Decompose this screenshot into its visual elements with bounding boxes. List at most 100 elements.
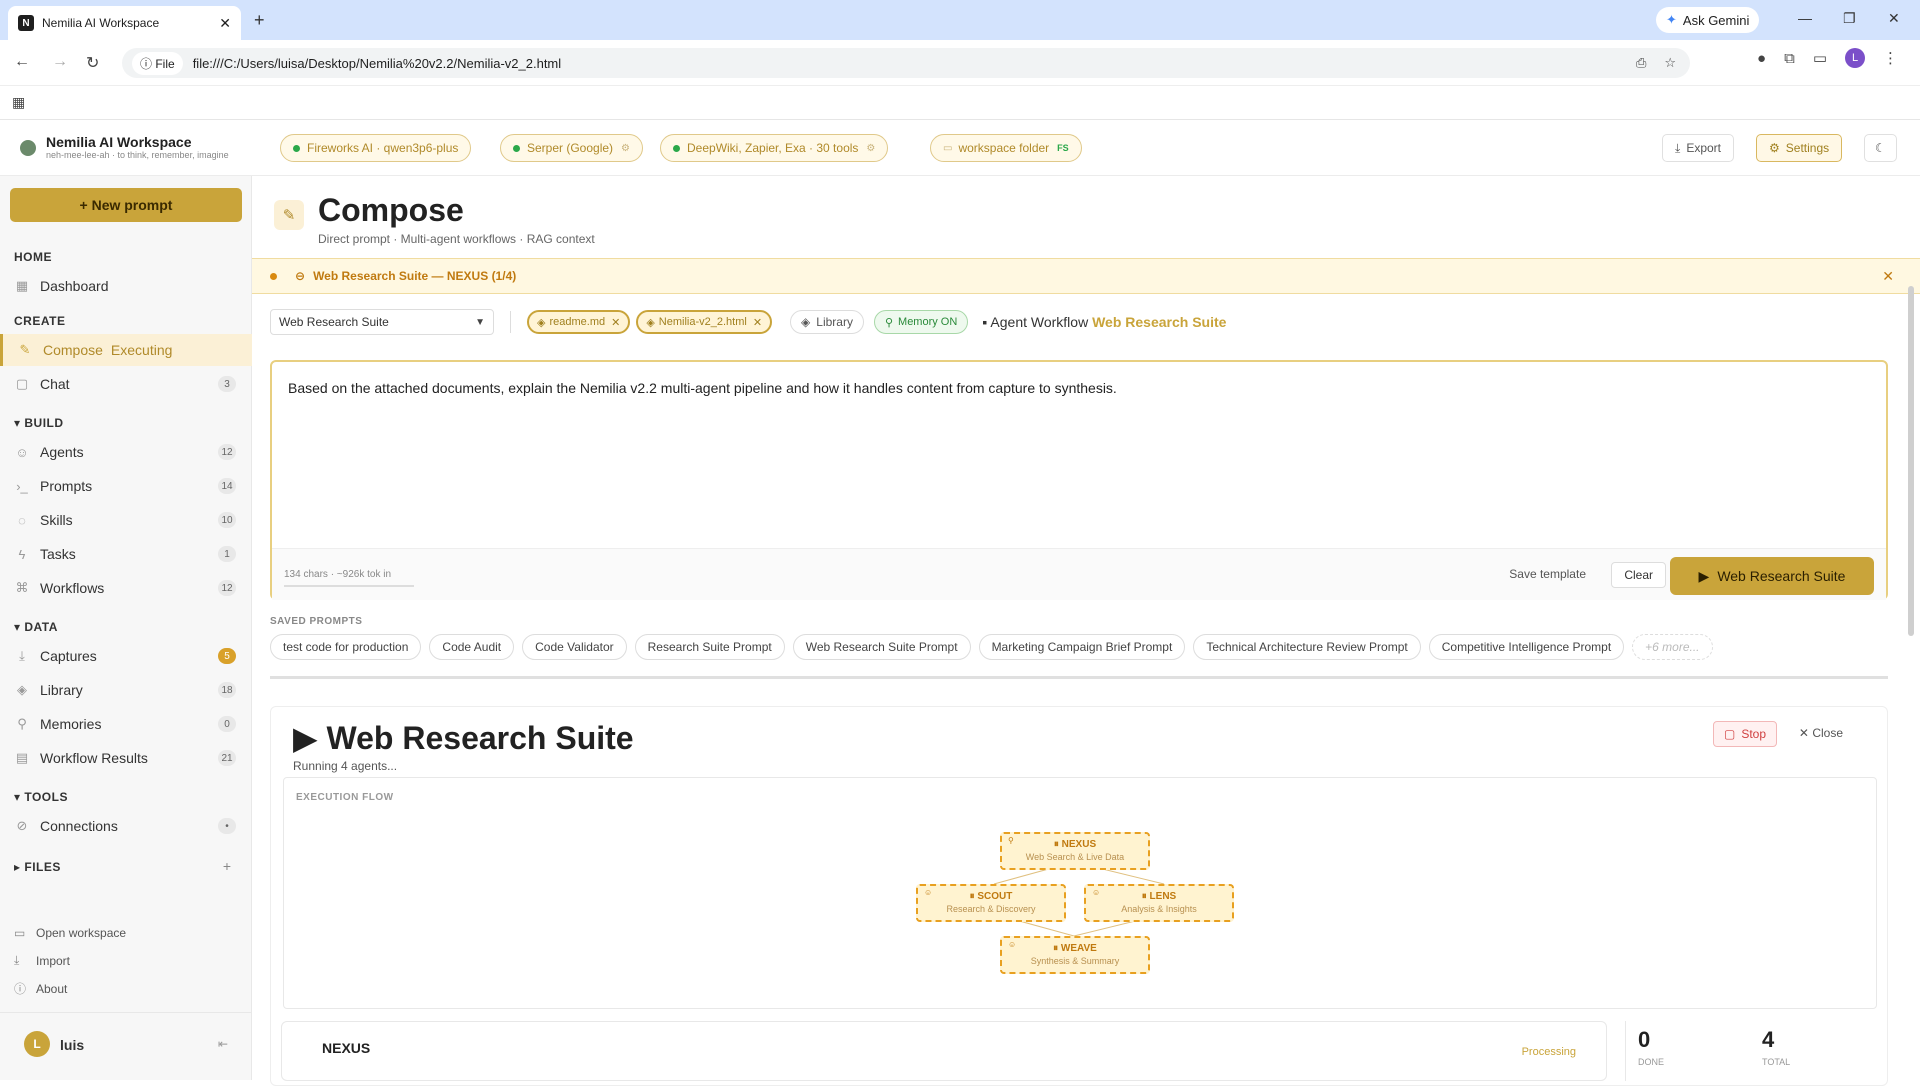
status-dot-icon xyxy=(293,144,300,152)
saved-prompt-chip[interactable]: test code for production xyxy=(270,634,422,660)
saved-prompt-chip[interactable]: Code Audit xyxy=(429,634,515,660)
bookmark-star-icon[interactable]: ☆ xyxy=(1664,55,1676,71)
new-tab-button[interactable]: + xyxy=(254,10,265,31)
remove-file-icon[interactable]: ✕ xyxy=(753,316,762,329)
close-banner-icon[interactable]: ✕ xyxy=(1882,268,1894,285)
ask-gemini-button[interactable]: ✦ Ask Gemini xyxy=(1656,7,1760,33)
flow-node-weave[interactable]: ☺ ⏸ WEAVE Synthesis & Summary xyxy=(1000,936,1150,974)
close-tab-icon[interactable]: ✕ xyxy=(219,15,231,32)
play-icon: ▶ xyxy=(1698,567,1710,584)
menu-kebab-icon[interactable]: ⋮ xyxy=(1883,49,1898,67)
minimize-icon[interactable]: — xyxy=(1798,10,1812,26)
extension-dot-icon[interactable]: ● xyxy=(1757,50,1766,67)
remove-file-icon[interactable]: ✕ xyxy=(611,316,620,329)
sidebar-item-tasks[interactable]: ϟ Tasks 1 xyxy=(0,538,252,570)
import-link[interactable]: ⤓ Import xyxy=(14,953,70,968)
app-logo xyxy=(20,140,36,156)
profile-avatar[interactable]: L xyxy=(1845,48,1865,68)
extensions-icon[interactable]: ⧉ xyxy=(1784,50,1795,67)
search-provider-label: Serper (Google) xyxy=(527,141,614,155)
flow-node-scout[interactable]: ☺ ⏸ SCOUT Research & Discovery xyxy=(916,884,1066,922)
folder-label: workspace folder xyxy=(958,141,1050,155)
prompt-text[interactable]: Based on the attached documents, explain… xyxy=(288,380,1117,396)
section-files[interactable]: ▸ FILES xyxy=(14,860,61,874)
sidebar-item-connections[interactable]: ⊘ Connections • xyxy=(0,810,252,842)
sidebar-item-library[interactable]: ◈ Library 18 xyxy=(0,674,252,706)
library-button[interactable]: ◈ Library xyxy=(790,310,864,334)
browser-tab[interactable]: N Nemilia AI Workspace ✕ xyxy=(8,6,241,40)
sidebar-item-workflow-results[interactable]: ▤ Workflow Results 21 xyxy=(0,742,252,774)
prompt-editor[interactable]: Based on the attached documents, explain… xyxy=(270,360,1888,600)
workflow-select[interactable]: Web Research Suite ▼ xyxy=(270,309,494,335)
flow-node-lens[interactable]: ☺ ⏸ LENS Analysis & Insights xyxy=(1084,884,1234,922)
back-icon[interactable]: ← xyxy=(14,53,30,71)
memory-toggle[interactable]: ⚲ Memory ON xyxy=(873,310,969,334)
tools-pill[interactable]: DeepWiki, Zapier, Exa · 30 tools ⚙ xyxy=(660,134,889,162)
sidebar-item-memories[interactable]: ⚲ Memories 0 xyxy=(0,708,252,740)
new-prompt-button[interactable]: + New prompt xyxy=(10,188,242,222)
agent-card[interactable]: NEXUS Processing xyxy=(281,1021,1607,1081)
url-text[interactable]: file:///C:/Users/luisa/Desktop/Nemilia%2… xyxy=(193,56,561,71)
export-label: Export xyxy=(1686,141,1721,155)
run-subtitle: Running 4 agents... xyxy=(293,759,398,773)
flow-node-nexus[interactable]: ⚲ ⏸ NEXUS Web Search & Live Data xyxy=(1000,832,1150,870)
attached-file-chip[interactable]: ◈ readme.md ✕ xyxy=(527,310,631,334)
sidebar-item-skills[interactable]: ◌ Skills 10 xyxy=(0,504,252,536)
more-prompts-chip[interactable]: +6 more... xyxy=(1632,634,1713,660)
open-workspace-link[interactable]: ▭ Open workspace xyxy=(14,926,126,940)
section-data[interactable]: ▾ DATA xyxy=(14,620,58,634)
attached-file-chip[interactable]: ◈ Nemilia-v2_2.html ✕ xyxy=(636,310,773,334)
sidebar-item-compose[interactable]: ✎ Compose Executing xyxy=(0,334,252,366)
section-tools[interactable]: ▾ TOOLS xyxy=(14,790,68,804)
close-window-icon[interactable]: ✕ xyxy=(1888,10,1900,27)
add-file-button[interactable]: + xyxy=(223,858,231,874)
provider-pill[interactable]: Fireworks AI · qwen3p6-plus xyxy=(280,134,472,162)
logout-icon[interactable]: ⇤ xyxy=(218,1037,228,1051)
sidebar-item-chat[interactable]: ▢ Chat 3 xyxy=(0,368,252,400)
stop-button[interactable]: ▢ Stop xyxy=(1712,721,1777,747)
stop-icon: ▢ xyxy=(1723,727,1736,741)
tab-search-icon[interactable]: ▭ xyxy=(1813,49,1827,67)
settings-button[interactable]: ⚙ Settings xyxy=(1756,134,1843,162)
saved-prompt-chip[interactable]: Code Validator xyxy=(522,634,627,660)
sidebar-item-agents[interactable]: ☺ Agents 12 xyxy=(0,436,252,468)
run-workflow-button[interactable]: ▶ Web Research Suite xyxy=(1670,557,1874,595)
theme-toggle-button[interactable]: ☾ xyxy=(1864,134,1897,162)
saved-prompt-chip[interactable]: Competitive Intelligence Prompt xyxy=(1428,634,1625,660)
user-avatar[interactable]: L xyxy=(24,1031,50,1057)
export-button[interactable]: ⤓ Export xyxy=(1662,134,1734,162)
restore-icon[interactable]: ❐ xyxy=(1843,10,1856,27)
forward-icon[interactable]: → xyxy=(52,53,68,71)
sidebar-item-label: Connections xyxy=(40,818,118,834)
about-link[interactable]: ⓘ About xyxy=(14,980,67,997)
workspace-folder-pill[interactable]: ▭ workspace folder FS xyxy=(930,134,1082,162)
saved-prompt-chip[interactable]: Marketing Campaign Brief Prompt xyxy=(978,634,1186,660)
chevron-down-icon: ▼ xyxy=(475,316,485,328)
saved-prompt-chip[interactable]: Technical Architecture Review Prompt xyxy=(1193,634,1421,660)
sidebar-item-workflows[interactable]: ⌘ Workflows 12 xyxy=(0,572,252,604)
status-dot-icon xyxy=(270,272,277,280)
memory-icon: ⚲ xyxy=(17,716,27,731)
sidebar-item-label: Captures xyxy=(40,648,97,664)
sidebar-item-captures[interactable]: ⤓ Captures 5 xyxy=(0,640,252,672)
section-build[interactable]: ▾ BUILD xyxy=(14,416,64,430)
saved-prompt-chip[interactable]: Web Research Suite Prompt xyxy=(792,634,971,660)
agent-card-status: Processing xyxy=(1521,1046,1576,1058)
saved-prompt-chip[interactable]: Research Suite Prompt xyxy=(634,634,785,660)
clear-button[interactable]: Clear xyxy=(1611,562,1666,588)
url-scheme-chip[interactable]: ⓘ File xyxy=(132,51,183,75)
address-bar[interactable]: ⓘ File file:///C:/Users/luisa/Desktop/Ne… xyxy=(122,48,1690,78)
sidebar-item-dashboard[interactable]: ▦ Dashboard xyxy=(0,270,252,302)
reload-icon[interactable]: ↻ xyxy=(86,53,99,73)
apps-grid-icon[interactable]: ▦ xyxy=(12,94,25,111)
close-button[interactable]: ✕ Close xyxy=(1799,726,1843,740)
run-stats: 0 DONE 4 TOTAL xyxy=(1625,1021,1881,1081)
execution-flow: EXECUTION FLOW ⚲ ⏸ NEXUS Web Search & Live… xyxy=(283,777,1877,1009)
page-action-icon[interactable]: ⎙ xyxy=(1636,55,1646,71)
save-template-button[interactable]: Save template xyxy=(1509,567,1586,581)
brand-title: Nemilia AI Workspace xyxy=(46,134,192,150)
main-scrollbar[interactable] xyxy=(1908,286,1914,636)
sidebar-item-prompts[interactable]: ›_ Prompts 14 xyxy=(0,470,252,502)
search-provider-pill[interactable]: Serper (Google) ⚙ xyxy=(500,134,644,162)
count-badge: 10 xyxy=(218,512,236,528)
